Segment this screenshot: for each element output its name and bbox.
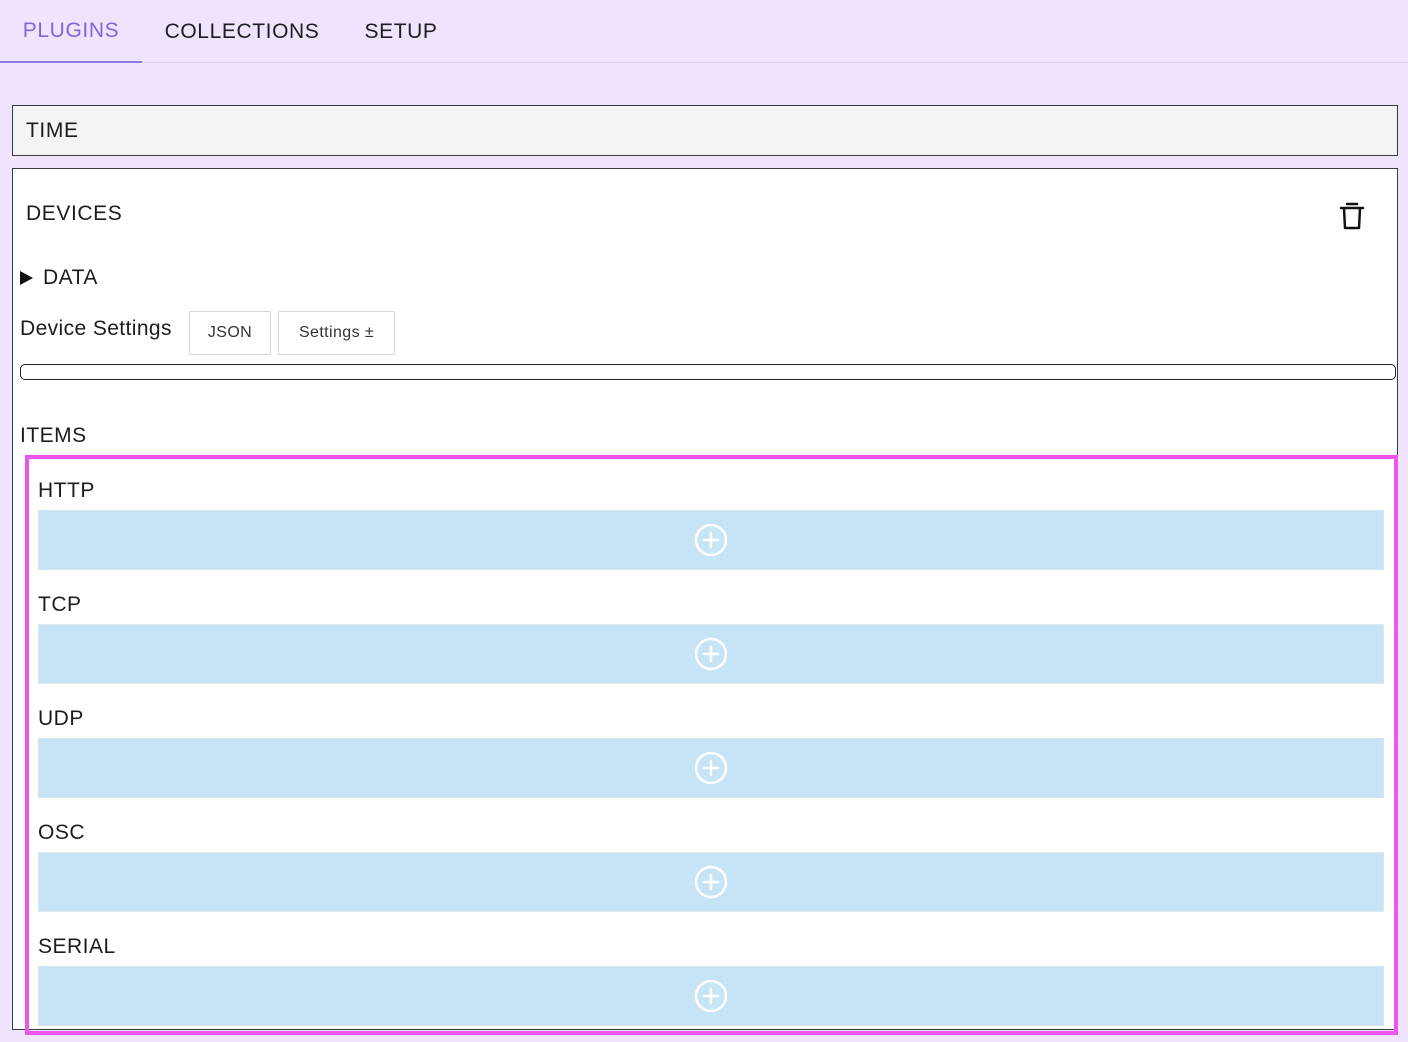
add-serial-button[interactable]	[38, 966, 1384, 1026]
item-label: UDP	[38, 707, 84, 730]
item-group-serial: SERIAL	[38, 926, 1384, 1026]
add-tcp-button[interactable]	[38, 624, 1384, 684]
data-toggle-label: DATA	[43, 266, 98, 289]
plus-circle-icon	[694, 979, 728, 1013]
tab-bar: PLUGINS COLLECTIONS SETUP	[0, 0, 1408, 63]
item-label: OSC	[38, 821, 86, 844]
settings-toggle-button[interactable]: Settings ±	[278, 311, 395, 355]
item-group-tcp: TCP	[38, 584, 1384, 684]
time-panel-header[interactable]: TIME	[12, 105, 1398, 156]
trash-icon[interactable]	[1338, 201, 1366, 231]
item-group-http: HTTP	[38, 470, 1384, 570]
add-udp-button[interactable]	[38, 738, 1384, 798]
device-settings-input[interactable]	[20, 364, 1396, 380]
tab-setup[interactable]: SETUP	[342, 0, 460, 63]
item-label: SERIAL	[38, 935, 116, 958]
json-button[interactable]: JSON	[189, 311, 271, 355]
items-list: HTTP TCP UDP OSC SERIAL	[25, 455, 1398, 1035]
item-label: TCP	[38, 593, 82, 616]
tab-collections[interactable]: COLLECTIONS	[142, 0, 342, 63]
triangle-right-icon	[20, 271, 33, 285]
plus-circle-icon	[694, 865, 728, 899]
devices-title: DEVICES	[26, 202, 123, 225]
tab-plugins[interactable]: PLUGINS	[0, 0, 142, 63]
items-label: ITEMS	[20, 424, 87, 447]
plus-circle-icon	[694, 751, 728, 785]
add-osc-button[interactable]	[38, 852, 1384, 912]
plus-circle-icon	[694, 523, 728, 557]
plus-circle-icon	[694, 637, 728, 671]
add-http-button[interactable]	[38, 510, 1384, 570]
item-group-udp: UDP	[38, 698, 1384, 798]
item-group-osc: OSC	[38, 812, 1384, 912]
device-settings-label: Device Settings	[20, 317, 172, 340]
time-panel-title: TIME	[26, 118, 79, 142]
data-disclosure-toggle[interactable]: DATA	[20, 266, 98, 290]
item-label: HTTP	[38, 479, 95, 502]
